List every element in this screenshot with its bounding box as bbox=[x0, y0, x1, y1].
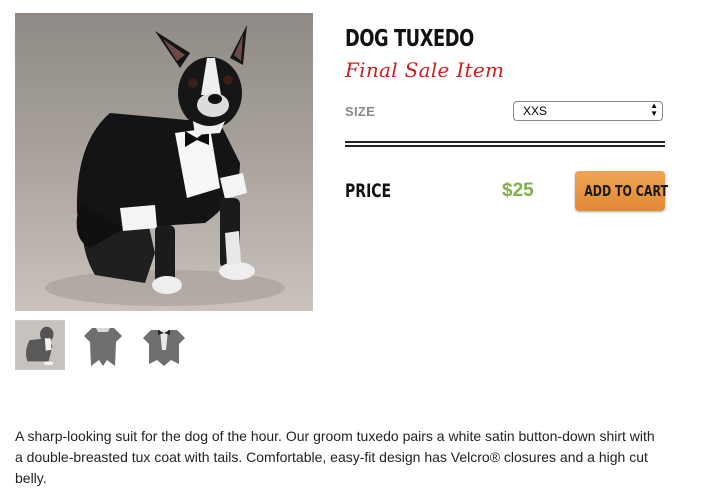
product-title: DOG TUXEDO bbox=[345, 26, 474, 52]
add-to-cart-label: ADD TO CART bbox=[584, 182, 669, 200]
final-sale-label: Final Sale Item bbox=[345, 58, 505, 82]
product-main-image bbox=[15, 13, 313, 311]
add-to-cart-button[interactable]: ADD TO CART bbox=[575, 171, 669, 211]
thumbnail-dog-photo[interactable] bbox=[15, 320, 65, 370]
size-select-value: XXS bbox=[523, 104, 548, 118]
thumbnail-tuxedo-front[interactable] bbox=[139, 320, 189, 370]
thumbnail-tuxedo-back[interactable] bbox=[78, 320, 128, 370]
section-divider bbox=[345, 141, 665, 147]
select-arrows-icon: ▲ ▼ bbox=[650, 101, 658, 118]
size-select[interactable]: XXS ▲ ▼ bbox=[513, 101, 663, 121]
price-value: $25 bbox=[502, 180, 534, 201]
product-description: A sharp-looking suit for the dog of the … bbox=[15, 428, 655, 486]
price-label: PRICE bbox=[345, 180, 392, 202]
size-label: SIZE bbox=[345, 104, 376, 119]
